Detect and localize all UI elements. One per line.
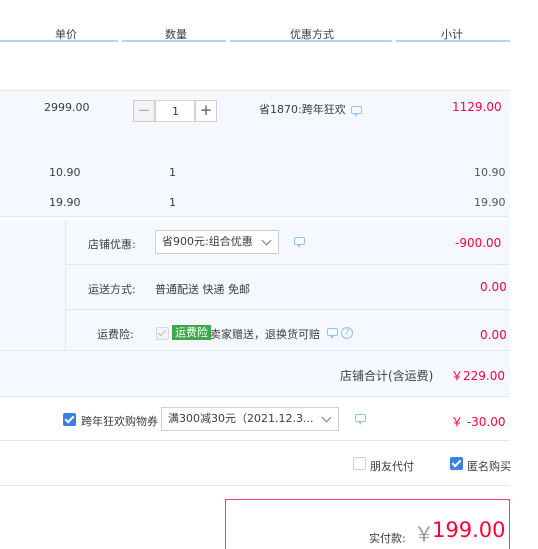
main-item-subtotal: 1129.00 — [452, 100, 502, 114]
insurance-checkbox — [156, 327, 169, 340]
qty-minus-button[interactable]: − — [133, 100, 155, 122]
gift-item-price: 19.90 — [49, 196, 81, 209]
payment-label: 实付款: — [369, 532, 406, 545]
shop-total-amount: ￥229.00 — [451, 369, 505, 383]
divider — [0, 440, 510, 441]
chat-icon[interactable] — [351, 106, 362, 117]
gift-item-price: 10.90 — [49, 166, 81, 179]
divider — [0, 216, 510, 217]
gift-item-quantity: 1 — [169, 166, 176, 179]
coupon-label: 跨年狂欢购物券 — [81, 415, 158, 428]
quantity-input[interactable]: 1 — [155, 100, 195, 122]
anonymous-label: 匿名购买 — [467, 460, 511, 473]
divider — [65, 309, 510, 310]
divider — [65, 264, 510, 265]
header-divider — [0, 40, 118, 42]
shipping-label: 运送方式: — [88, 283, 136, 296]
help-icon[interactable]: ? — [341, 327, 353, 339]
shipping-amount: 0.00 — [480, 280, 507, 294]
quantity-value: 1 — [172, 105, 179, 118]
coupon-select-value: 满300减30元（2021.12.3... — [168, 412, 314, 425]
header-divider — [396, 40, 510, 42]
shipping-value: 普通配送 快递 免邮 — [155, 283, 250, 296]
payment-currency: ￥ — [414, 522, 434, 546]
payment-amount: 199.00 — [432, 518, 506, 542]
coupon-amount: ￥ -30.00 — [451, 415, 506, 429]
chat-icon[interactable] — [294, 237, 305, 248]
divider — [0, 485, 510, 486]
insurance-tag: 运费险 — [172, 325, 211, 340]
chat-icon[interactable] — [327, 328, 338, 339]
shop-total-label: 店铺合计(含运费) — [340, 369, 434, 383]
gift-item-quantity: 1 — [169, 196, 176, 209]
shop-discount-label: 店铺优惠: — [88, 238, 136, 251]
chevron-down-icon — [261, 235, 272, 246]
insurance-label: 运费险: — [97, 328, 134, 341]
gift-item-subtotal: 19.90 — [474, 196, 506, 209]
insurance-text: 卖家赠送，退换货可赔 — [210, 328, 320, 341]
payment-summary: 实付款: ￥ 199.00 — [225, 499, 510, 549]
shop-discount-select-value: 省900元:组合优惠 — [162, 235, 253, 248]
gift-item-subtotal: 10.90 — [474, 166, 506, 179]
main-item-promo: 省1870:跨年狂欢 — [259, 103, 346, 116]
divider — [0, 90, 510, 91]
chevron-down-icon — [321, 412, 332, 423]
insurance-amount: 0.00 — [480, 328, 507, 342]
anonymous-checkbox[interactable] — [450, 457, 463, 470]
header-divider — [122, 40, 226, 42]
main-item-price: 2999.00 — [44, 101, 90, 114]
shop-discount-amount: -900.00 — [455, 236, 502, 250]
coupon-checkbox[interactable] — [63, 413, 76, 426]
header-divider — [230, 40, 392, 42]
divider — [65, 220, 66, 350]
coupon-select[interactable]: 满300减30元（2021.12.3... — [161, 407, 339, 431]
friend-pay-label: 朋友代付 — [370, 460, 414, 473]
divider — [0, 350, 510, 351]
shop-discount-select[interactable]: 省900元:组合优惠 — [155, 230, 279, 254]
qty-plus-button[interactable]: + — [195, 100, 217, 122]
friend-pay-checkbox[interactable] — [353, 457, 366, 470]
divider — [0, 396, 510, 397]
chat-icon[interactable] — [355, 414, 366, 425]
